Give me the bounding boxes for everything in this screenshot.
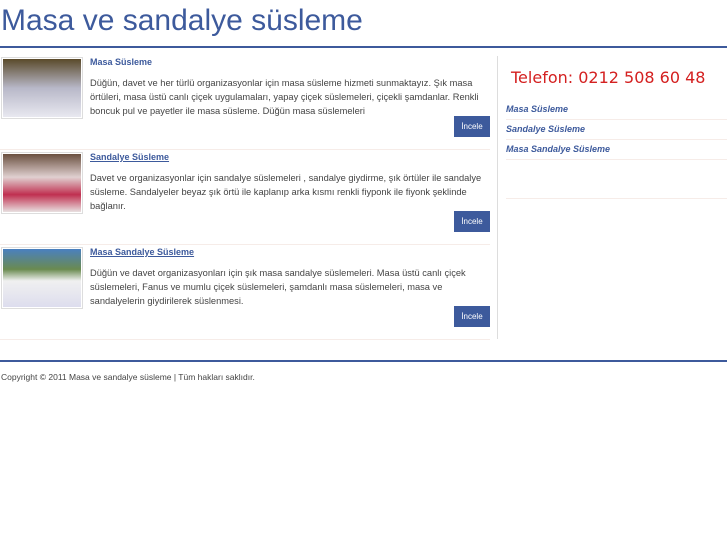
sidebar-link-masa-susleme[interactable]: Masa Süsleme xyxy=(506,100,727,120)
incele-button[interactable]: İncele xyxy=(454,116,490,137)
column-divider xyxy=(497,56,498,339)
item-description: Davet ve organizasyonlar için sandalye s… xyxy=(90,173,482,211)
content-list: Masa Süsleme Düğün, davet ve her türlü o… xyxy=(0,55,490,340)
page-title: Masa ve sandalye süsleme xyxy=(1,4,363,37)
phone-number: Telefon: 0212 508 60 48 xyxy=(511,68,706,87)
item-title[interactable]: Sandalye Süsleme xyxy=(90,152,169,162)
list-item: Sandalye Süsleme Davet ve organizasyonla… xyxy=(0,150,490,245)
thumbnail-image[interactable] xyxy=(1,57,83,119)
thumbnail-image[interactable] xyxy=(1,247,83,309)
list-item: Masa Sandalye Süsleme Düğün ve davet org… xyxy=(0,245,490,340)
header-divider xyxy=(0,46,727,48)
incele-button[interactable]: İncele xyxy=(454,211,490,232)
item-title[interactable]: Masa Süsleme xyxy=(90,57,152,67)
list-item: Masa Süsleme Düğün, davet ve her türlü o… xyxy=(0,55,490,150)
sidebar-nav: Masa Süsleme Sandalye Süsleme Masa Sanda… xyxy=(506,100,727,199)
thumbnail-image[interactable] xyxy=(1,152,83,214)
footer-divider xyxy=(0,360,727,362)
sidebar-link-sandalye-susleme[interactable]: Sandalye Süsleme xyxy=(506,120,727,140)
incele-button[interactable]: İncele xyxy=(454,306,490,327)
item-title[interactable]: Masa Sandalye Süsleme xyxy=(90,247,194,257)
sidebar-link-masa-sandalye-susleme[interactable]: Masa Sandalye Süsleme xyxy=(506,140,727,160)
item-description: Düğün, davet ve her türlü organizasyonla… xyxy=(90,78,479,116)
sidebar-empty-row xyxy=(506,160,727,199)
copyright-text: Copyright © 2011 Masa ve sandalye süslem… xyxy=(1,372,255,382)
item-description: Düğün ve davet organizasyonları için şık… xyxy=(90,268,466,306)
